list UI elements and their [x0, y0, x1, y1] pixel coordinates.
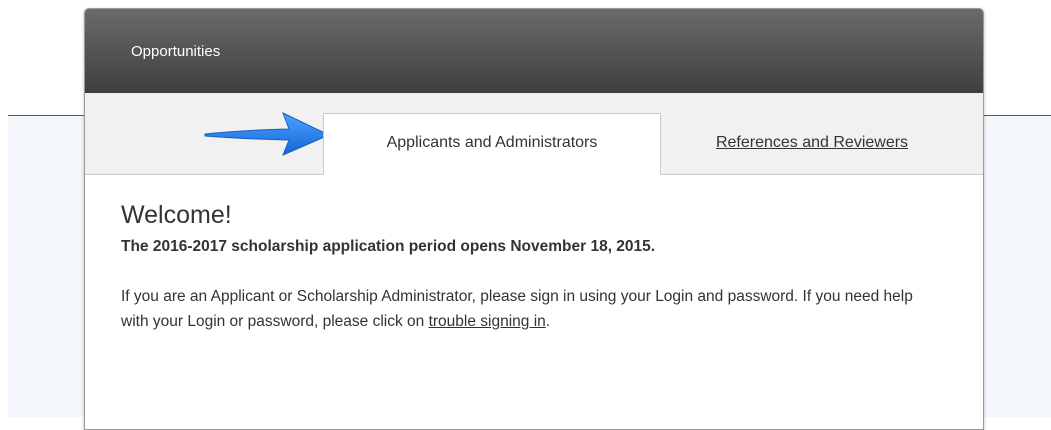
instructions-end: . [545, 313, 551, 330]
panel-header: Opportunities [85, 9, 983, 93]
tab-label: Applicants and Administrators [386, 134, 598, 151]
application-period-notice: The 2016-2017 scholarship application pe… [121, 238, 656, 255]
opportunities-panel: Opportunities Applicants and Administrat… [84, 8, 984, 430]
panel-title: Opportunities [131, 43, 221, 60]
tab-strip: Applicants and Administrators References… [85, 93, 983, 175]
tab-applicants-and-administrators[interactable]: Applicants and Administrators [323, 113, 661, 175]
welcome-content: Welcome! The 2016-2017 scholarship appli… [85, 175, 983, 334]
trouble-signing-in-link[interactable]: trouble signing in [429, 313, 546, 330]
welcome-heading: Welcome! [121, 201, 232, 229]
tab-references-and-reviewers[interactable]: References and Reviewers [675, 113, 949, 174]
arrow-right-icon [204, 112, 331, 156]
tab-label: References and Reviewers [715, 133, 909, 151]
sign-in-instructions: If you are an Applicant or Scholarship A… [121, 284, 931, 334]
